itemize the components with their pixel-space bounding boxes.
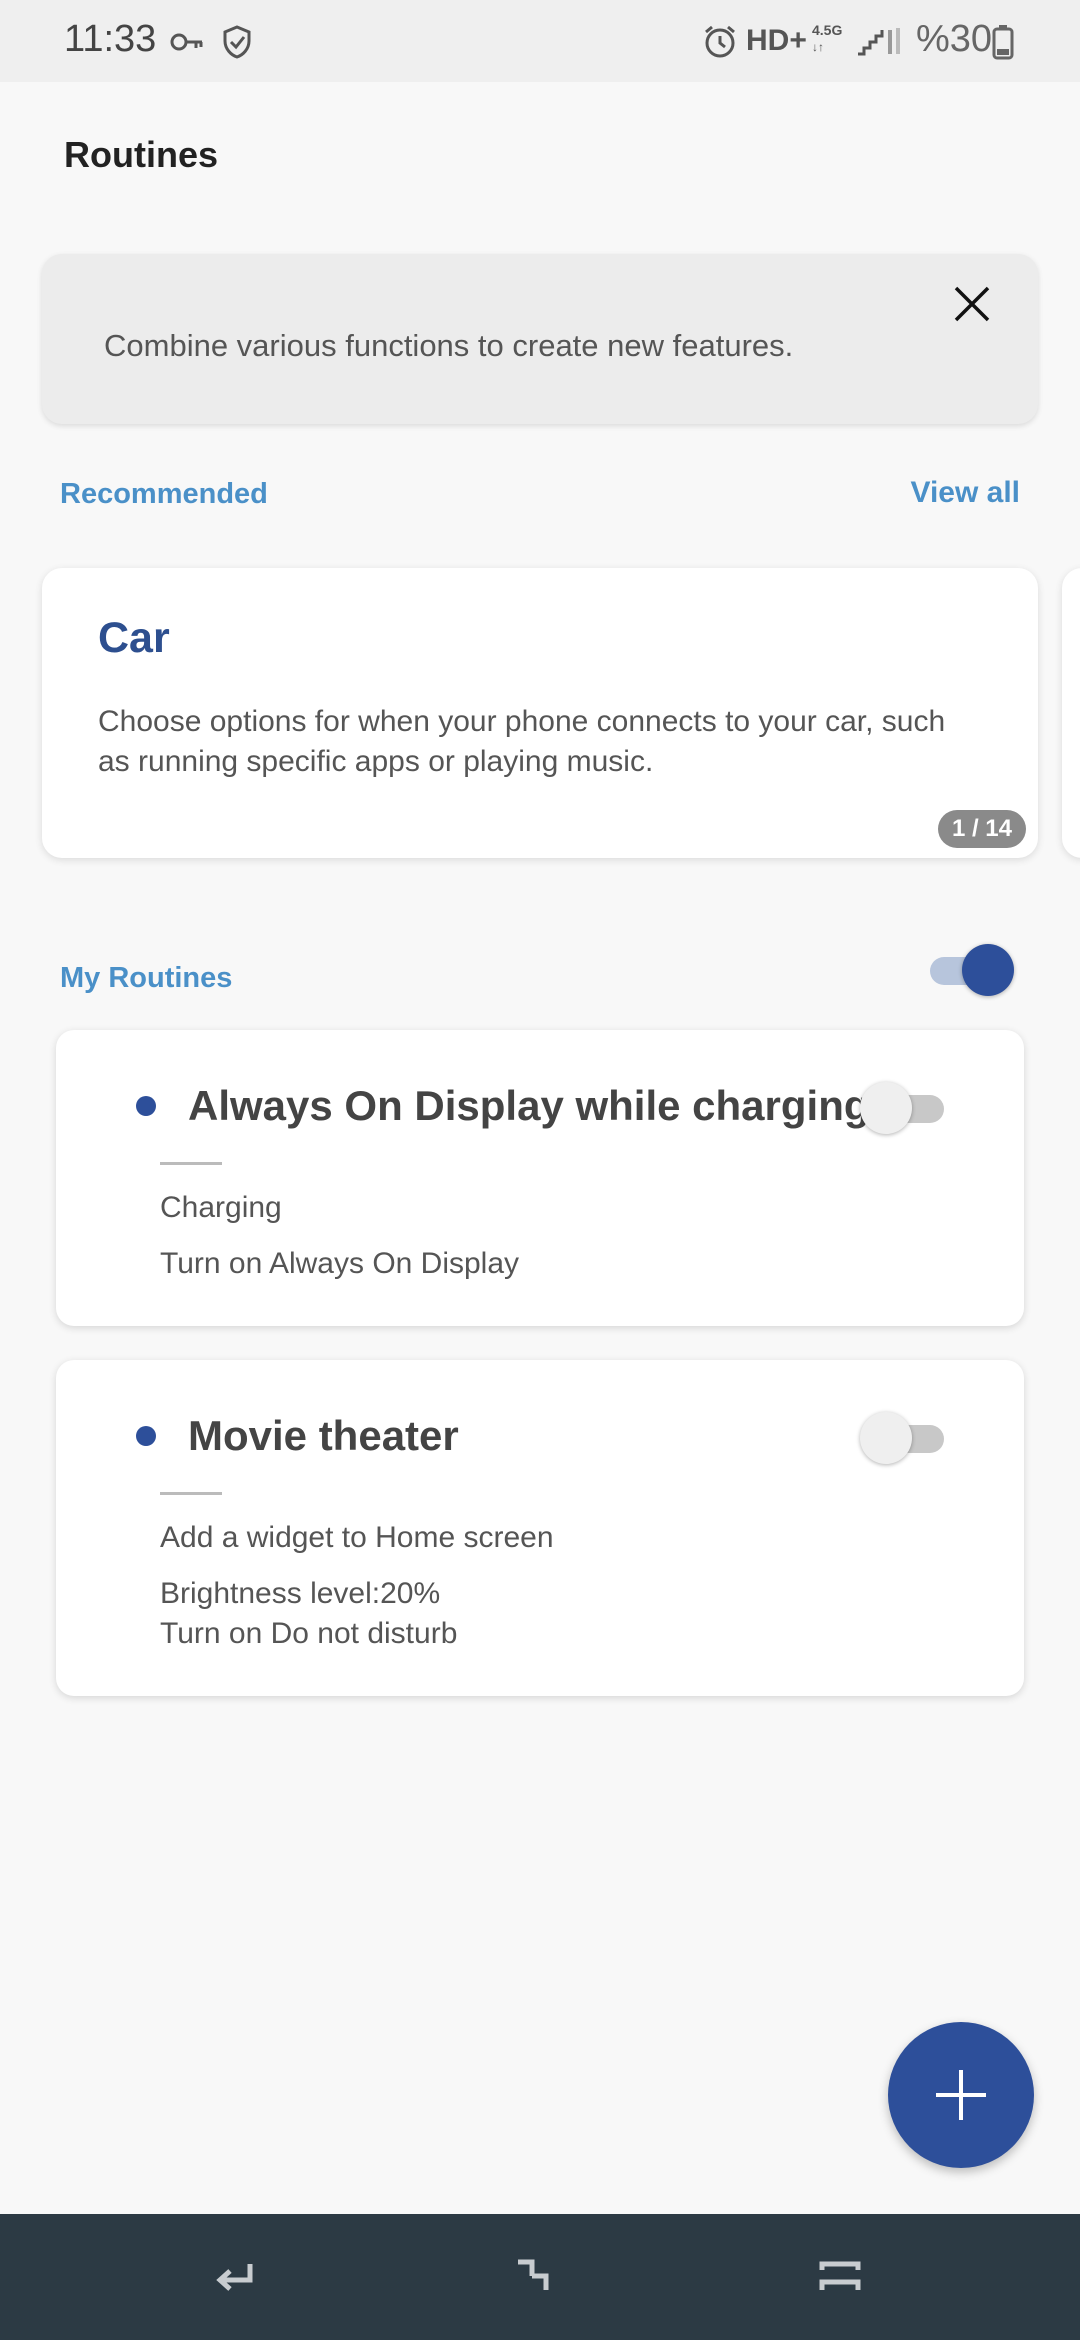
page-title: Routines — [64, 134, 219, 175]
recommended-label: Recommended — [60, 478, 268, 510]
key-icon — [170, 20, 204, 64]
routine-name: Always On Display while charging — [188, 1082, 870, 1129]
routine-action: Turn on Do not disturb — [160, 1617, 458, 1650]
battery-percent: %30 — [916, 18, 993, 60]
info-banner: Combine various functions to create new … — [42, 254, 1038, 424]
routine-name: Movie theater — [188, 1412, 459, 1459]
back-icon[interactable] — [206, 2252, 266, 2302]
add-routine-button[interactable] — [888, 2022, 1034, 2168]
routine-action: Brightness level:20% — [160, 1577, 441, 1610]
status-time: 11:33 — [64, 18, 157, 60]
routine-toggle[interactable] — [860, 1082, 950, 1134]
recents-icon[interactable] — [810, 2252, 870, 2302]
routine-bullet — [136, 1096, 156, 1116]
view-all-link[interactable]: View all — [910, 476, 1020, 510]
recommended-card-title: Car — [98, 614, 170, 662]
my-routines-label: My Routines — [60, 962, 233, 994]
signal-icon — [856, 20, 902, 64]
alarm-icon — [702, 20, 738, 64]
routine-toggle[interactable] — [860, 1412, 950, 1464]
routine-action: Turn on Always On Display — [160, 1247, 520, 1280]
close-icon[interactable] — [942, 274, 1002, 334]
navigation-bar — [0, 2214, 1080, 2340]
routine-bullet — [136, 1426, 156, 1446]
routine-card[interactable]: Always On Display while charging Chargin… — [56, 1030, 1024, 1326]
status-bar: 11:33 HD+ 4.5G ↓↑ %30 — [0, 0, 1080, 82]
next-recommended-card[interactable] — [1062, 568, 1080, 858]
network-label: 4.5G ↓↑ — [812, 22, 843, 54]
page-indicator: 1 / 14 — [937, 810, 1026, 848]
plus-icon — [936, 2070, 986, 2120]
divider — [160, 1492, 222, 1495]
battery-icon — [992, 20, 1014, 64]
shield-icon — [222, 20, 252, 64]
banner-text: Combine various functions to create new … — [104, 328, 794, 363]
home-icon[interactable] — [508, 2252, 568, 2302]
recommended-card[interactable]: Car Choose options for when your phone c… — [42, 568, 1038, 858]
routine-condition: Charging — [160, 1191, 282, 1224]
routine-card[interactable]: Movie theater Add a widget to Home scree… — [56, 1360, 1024, 1696]
hd-label: HD+ — [746, 24, 807, 57]
recommended-card-description: Choose options for when your phone conne… — [98, 705, 946, 778]
my-routines-toggle[interactable] — [924, 944, 1014, 996]
routine-condition: Add a widget to Home screen — [160, 1521, 554, 1554]
divider — [160, 1162, 222, 1165]
